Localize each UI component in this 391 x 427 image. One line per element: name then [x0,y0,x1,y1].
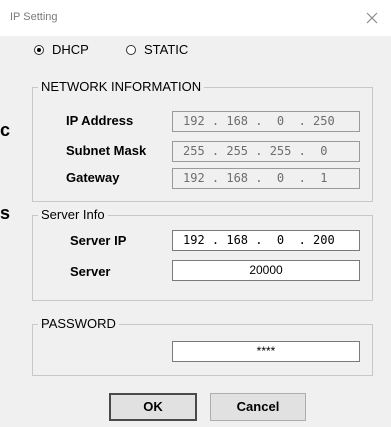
ip-setting-dialog: IP Setting c s DHCP STATIC NETWORK INFOR… [0,0,391,427]
cancel-button[interactable]: Cancel [210,393,306,421]
server-ip-field[interactable]: 192 . 168 . 0 . 200 [172,230,360,251]
radio-dhcp[interactable]: DHCP [34,42,89,57]
server-ip-label: Server IP [70,233,127,248]
gateway-field[interactable]: 192 . 168 . 0 . 1 [172,168,360,189]
ip-address-field[interactable]: 192 . 168 . 0 . 250 [172,111,360,132]
subnet-mask-field[interactable]: 255 . 255 . 255 . 0 [172,141,360,162]
radio-static-indicator[interactable] [126,44,136,55]
ok-button[interactable]: OK [109,393,197,421]
radio-dhcp-indicator[interactable] [34,44,44,55]
radio-static-label: STATIC [144,42,189,57]
edge-text-fragment: c [0,120,11,140]
radio-static[interactable]: STATIC [126,42,188,57]
server-port-field[interactable]: 20000 [172,260,360,281]
title-bar: IP Setting [0,0,391,36]
password-legend: PASSWORD [38,316,119,331]
server-port-label: Server [70,264,111,279]
window-title: IP Setting [10,11,58,23]
gateway-label: Gateway [66,170,120,185]
subnet-mask-label: Subnet Mask [66,143,147,158]
ip-address-label: IP Address [66,113,134,128]
radio-dhcp-label: DHCP [52,42,89,57]
edge-text-fragment: s [0,203,11,223]
password-field[interactable]: **** [172,341,360,362]
server-info-group: Server Info [32,207,373,301]
network-information-legend: NETWORK INFORMATION [38,79,205,94]
server-info-legend: Server Info [38,207,108,222]
close-icon[interactable] [360,6,384,30]
